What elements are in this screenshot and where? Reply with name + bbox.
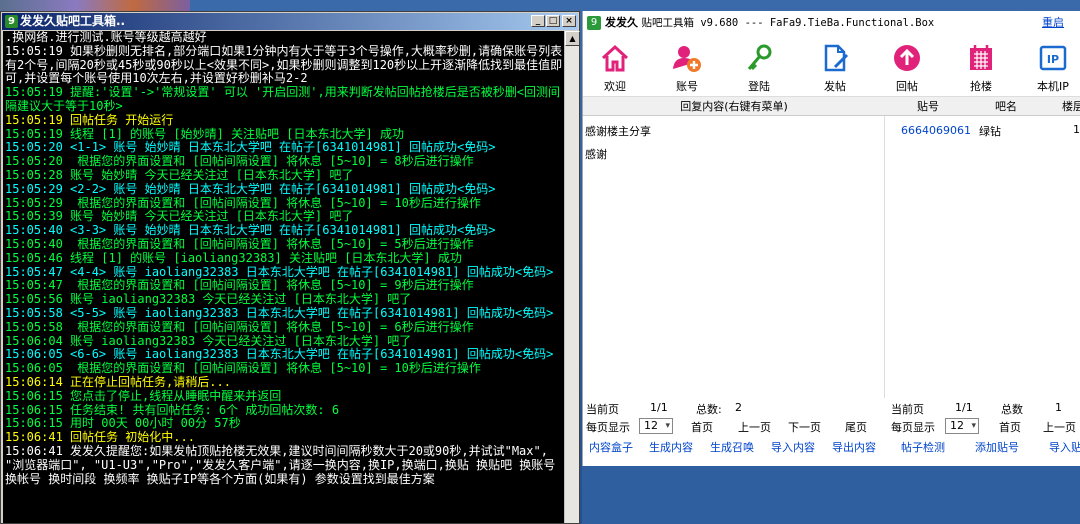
toolbar-welcome-button[interactable]: 欢迎 xyxy=(583,37,647,97)
console-line: 15:06:05 根据您的界面设置和 [回帖间隔设置] 将休息 [5~10] =… xyxy=(5,361,481,376)
console-line: 15:06:15 任务结束! 共有回帖任务: 6个 成功回帖次数: 6 xyxy=(5,402,340,417)
left-last-page-button[interactable]: 尾页 xyxy=(845,419,867,435)
list-item[interactable]: 感谢楼主分享 xyxy=(585,123,651,139)
add-account-button[interactable]: 添加贴号 xyxy=(975,439,1019,455)
left-per-page-label: 每页显示 xyxy=(586,421,630,434)
console-line: 15:05:58 根据您的界面设置和 [回帖间隔设置] 将休息 [5~10] =… xyxy=(5,319,474,334)
ip-icon: IP xyxy=(1039,45,1067,71)
restart-link[interactable]: 重启 xyxy=(1042,11,1064,35)
app-frame: 9 发发久 贴吧工具箱 v9.680 --- FaFa9.TieBa.Funct… xyxy=(582,11,1080,466)
right-per-page-select[interactable]: 12 xyxy=(945,418,979,434)
console-line: 15:05:19 如果秒删则无排名,部分端口如果1分钟内有大于等于3个号操作,大… xyxy=(5,43,563,86)
right-total-label: 总数 xyxy=(1001,403,1023,416)
console-line: .换网络.进行测试.账号等级越高越好 xyxy=(5,31,207,44)
scroll-up-icon[interactable]: ▲ xyxy=(565,31,580,46)
content-box-button[interactable]: 内容盒子 xyxy=(589,439,633,455)
column-bar-name[interactable]: 吧名 xyxy=(971,97,1041,116)
console-line: 15:06:15 您点击了停止,线程从睡眠中醒来并返回 xyxy=(5,388,282,403)
console-title: 发发久贴吧工具箱.. xyxy=(20,14,126,28)
console-titlebar[interactable]: 9 发发久贴吧工具箱.. xyxy=(2,13,578,30)
app-window: 9 发发久 贴吧工具箱 v9.680 --- FaFa9.TieBa.Funct… xyxy=(582,11,1080,524)
app-title-rest: 贴吧工具箱 v9.680 --- FaFa9.TieBa.Functional.… xyxy=(641,17,935,29)
console-line: 15:05:46 线程 [1] 的账号 [iaoliang32383] 关注贴吧… xyxy=(5,250,462,265)
list-item[interactable]: 感谢 xyxy=(585,146,607,162)
left-first-page-button[interactable]: 首页 xyxy=(691,419,713,435)
account-floor: 1 xyxy=(1073,123,1080,136)
right-prev-page-button[interactable]: 上一页 xyxy=(1043,419,1076,435)
console-log: .换网络.进行测试.账号等级越高越好 15:05:19 如果秒删则无排名,部分端口… xyxy=(3,31,564,523)
right-current-label: 当前页 xyxy=(891,403,924,416)
column-account[interactable]: 贴号 xyxy=(893,97,963,116)
console-line: 15:06:41 发发久提醒您:如果发帖顶贴抢楼无效果,建议时间间隔秒数大于20… xyxy=(5,443,563,486)
pager-area: 当前页 1/1 总数: 2 每页显示 12 首页 上一页 下一页 尾页 当前页 … xyxy=(583,397,1080,457)
console-line: 15:05:56 账号 iaoliang32383 今天已经关注过 [日本东北大… xyxy=(5,292,412,307)
import-account-button[interactable]: 导入贴号 xyxy=(1049,439,1080,455)
post-check-button[interactable]: 帖子检测 xyxy=(901,439,945,455)
console-line: 15:05:29 <2-2> 账号 始妙晴 日本东北大学吧 在帖子[634101… xyxy=(5,181,496,196)
console-line: 15:05:40 <3-3> 账号 始妙晴 日本东北大学吧 在帖子[634101… xyxy=(5,223,496,238)
console-line: 15:05:19 回帖任务 开始运行 xyxy=(5,112,174,127)
app-icon: 9 xyxy=(5,15,18,28)
add-user-icon xyxy=(673,46,701,72)
column-reply-content[interactable]: 回复内容(右键有菜单) xyxy=(583,97,885,116)
svg-text:IP: IP xyxy=(1047,53,1059,66)
export-content-button[interactable]: 导出内容 xyxy=(832,439,876,455)
account-id[interactable]: 6664069061 xyxy=(901,124,971,137)
import-content-button[interactable]: 导入内容 xyxy=(771,439,815,455)
toolbar-grab-floor-button[interactable]: 抢楼 xyxy=(949,37,1013,97)
right-per-page-label: 每页显示 xyxy=(891,421,935,434)
left-total-label: 总数: xyxy=(696,403,722,416)
left-current-value: 1/1 xyxy=(650,401,668,414)
left-total-value: 2 xyxy=(735,401,742,414)
toolbar-account-button[interactable]: 账号 xyxy=(655,37,719,97)
calendar-icon xyxy=(970,45,992,70)
console-scrollbar[interactable]: ▲ xyxy=(564,31,580,523)
left-per-page-select[interactable]: 12 xyxy=(639,418,673,434)
console-line: 15:05:19 提醒:'设置'->'常规设置' 可以 '开启回测',用来判断发… xyxy=(5,85,560,113)
left-prev-page-button[interactable]: 上一页 xyxy=(738,419,771,435)
reply-content-list: 感谢楼主分享 感谢 xyxy=(583,116,885,398)
app-logo-icon: 9 xyxy=(587,16,601,30)
table-header: 回复内容(右键有菜单) 贴号 吧名 楼层 xyxy=(583,97,1080,116)
account-bar[interactable]: 绿钻 xyxy=(979,123,1001,139)
toolbar-post-button[interactable]: 发帖 xyxy=(803,37,867,97)
left-next-page-button[interactable]: 下一页 xyxy=(788,419,821,435)
right-first-page-button[interactable]: 首页 xyxy=(999,419,1021,435)
right-current-value: 1/1 xyxy=(955,401,973,414)
console-window: 9 发发久贴吧工具箱.. _ □ × .换网络.进行测试.账号等级越高越好 15:… xyxy=(0,11,580,524)
edit-document-icon xyxy=(824,44,849,72)
left-current-label: 当前页 xyxy=(586,403,619,416)
app-titlebar: 9 发发久 贴吧工具箱 v9.680 --- FaFa9.TieBa.Funct… xyxy=(583,11,1080,35)
reply-arrow-icon xyxy=(894,45,920,71)
generate-content-button[interactable]: 生成内容 xyxy=(649,439,693,455)
console-line: 15:06:14 正在停止回帖任务,请稍后... xyxy=(5,374,231,389)
console-line: 15:05:58 <5-5> 账号 iaoliang32383 日本东北大学吧 … xyxy=(5,305,554,320)
maximize-button[interactable]: □ xyxy=(546,15,560,27)
key-icon xyxy=(747,44,772,71)
console-line: 15:06:41 回帖任务 初始化中... xyxy=(5,430,195,445)
toolbar-login-button[interactable]: 登陆 xyxy=(727,37,791,97)
toolbar-local-ip-button[interactable]: IP 本机IP xyxy=(1021,37,1080,97)
toolbar-reply-button[interactable]: 回帖 xyxy=(875,37,939,97)
console-line: 15:05:40 根据您的界面设置和 [回帖间隔设置] 将休息 [5~10] =… xyxy=(5,236,474,251)
app-title-name: 发发久 xyxy=(605,16,638,29)
main-toolbar: 欢迎 账号 登陆 发帖 回帖 抢楼 IP 本机IP xyxy=(583,37,1080,97)
generate-summon-button[interactable]: 生成召唤 xyxy=(710,439,754,455)
console-line: 15:05:20 根据您的界面设置和 [回帖间隔设置] 将休息 [5~10] =… xyxy=(5,154,474,169)
home-icon xyxy=(601,44,629,72)
right-total-value: 1 xyxy=(1055,401,1062,414)
minimize-button[interactable]: _ xyxy=(531,15,545,27)
console-line: 15:05:28 账号 始妙晴 今天已经关注过 [日本东北大学] 吧了 xyxy=(5,167,354,182)
taskbar-thumbnails xyxy=(0,0,190,11)
column-floor[interactable]: 楼层 xyxy=(1053,97,1080,116)
close-button[interactable]: × xyxy=(562,15,576,27)
